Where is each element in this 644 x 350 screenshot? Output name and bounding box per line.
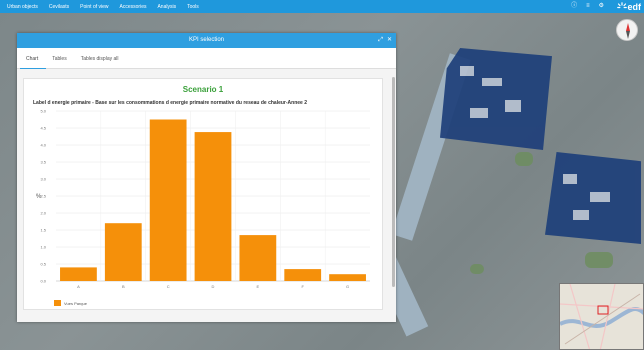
district-north[interactable]	[440, 48, 552, 150]
bar	[284, 269, 322, 281]
y-tick-label: 4.0	[40, 143, 46, 148]
tab-chart[interactable]: Chart	[20, 56, 47, 69]
park	[470, 264, 484, 274]
district-south[interactable]	[545, 152, 641, 244]
x-tick-label: A	[77, 284, 80, 289]
brand-name: edf	[627, 1, 642, 12]
x-tick-label: C	[167, 284, 170, 289]
edf-logo-icon	[616, 1, 627, 8]
nav-item-tools[interactable]: Tools	[187, 4, 199, 10]
nav-item-cevilasts[interactable]: Cevilasts	[49, 4, 69, 10]
chart-legend[interactable]: Vues Parque	[54, 300, 87, 306]
park	[585, 252, 613, 268]
y-tick-label: 3.0	[40, 177, 46, 182]
building	[505, 100, 521, 112]
nav-item-analysis[interactable]: Analysis	[157, 4, 176, 10]
bar	[104, 223, 142, 281]
panel-title: KPI selection	[188, 37, 225, 43]
panel-header: KPI selection ⤢ ✕	[17, 33, 396, 48]
close-icon[interactable]: ✕	[387, 33, 392, 48]
expand-icon[interactable]: ⤢	[378, 33, 383, 48]
panel-body: Scenario 1 Label d energie primaire - Ba…	[17, 69, 396, 322]
tab-tables-display-all[interactable]: Tables display all	[75, 56, 127, 68]
brand-logo: edf	[616, 0, 642, 13]
building	[470, 108, 488, 118]
x-tick-label: E	[257, 284, 260, 289]
bar-chart: 0.0 0.5 1.0 1.5 2.0 2.5 3.0 3.5 4.0 4.5 5.0% A B C D E F…	[36, 109, 370, 289]
bar	[60, 267, 97, 281]
y-tick-label: 5.0	[40, 109, 46, 114]
bar	[239, 235, 277, 281]
y-tick-label: 4.5	[40, 126, 46, 131]
top-nav-bar: Urban objects Cevilasts Point of view Ac…	[0, 0, 644, 13]
x-tick-label: D	[212, 284, 215, 289]
building	[482, 78, 502, 86]
building	[573, 210, 589, 220]
tab-tables[interactable]: Tables	[46, 56, 74, 68]
y-tick-label: 3.5	[40, 160, 46, 165]
x-tick-label: B	[122, 284, 125, 289]
nav-item-point-of-view[interactable]: Point of view	[80, 4, 108, 10]
panel-tabs: Chart Tables Tables display all	[17, 48, 396, 69]
x-tick-label: G	[346, 284, 349, 289]
bar	[149, 119, 187, 281]
nav-item-urban-objects[interactable]: Urban objects	[7, 4, 38, 10]
scrollbar[interactable]	[392, 77, 395, 287]
building	[563, 174, 577, 184]
y-tick-label: 0.0	[40, 279, 46, 284]
building	[590, 192, 610, 202]
y-tick-label: 2.0	[40, 211, 46, 216]
y-tick-label: 0.5	[40, 262, 46, 267]
legend-label: Vues Parque	[64, 300, 87, 306]
compass-icon[interactable]	[616, 19, 638, 41]
y-axis-label: %	[36, 194, 42, 200]
chart-card: Scenario 1 Label d energie primaire - Ba…	[23, 78, 383, 310]
nav-item-accessories[interactable]: Accessories	[120, 4, 147, 10]
bar	[194, 132, 232, 281]
settings-icon[interactable]: ⚙	[599, 3, 604, 9]
menu-icon[interactable]: ≡	[586, 3, 590, 9]
building	[460, 66, 474, 76]
chart-title: Scenario 1	[182, 85, 224, 94]
info-icon[interactable]: ⓘ	[571, 3, 577, 9]
y-tick-label: 2.5	[40, 194, 46, 199]
legend-swatch	[54, 300, 61, 306]
x-tick-label: F	[301, 284, 304, 289]
park	[515, 152, 533, 166]
bar	[329, 274, 366, 281]
kpi-selection-panel: KPI selection ⤢ ✕ Chart Tables Tables di…	[17, 33, 396, 322]
y-tick-label: 1.5	[40, 228, 46, 233]
y-tick-label: 1.0	[40, 245, 46, 250]
minimap[interactable]	[559, 283, 644, 350]
